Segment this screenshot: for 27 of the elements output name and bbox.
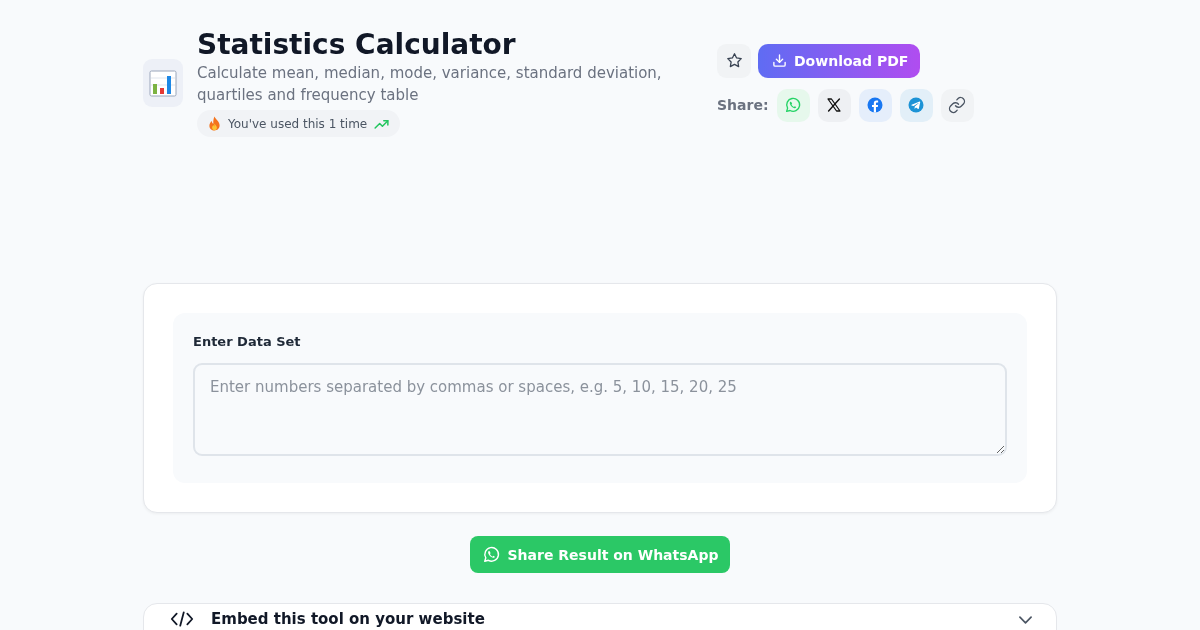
favorite-button[interactable] <box>717 43 751 78</box>
embed-section[interactable]: Embed this tool on your website <box>143 603 1057 630</box>
copy-link-button[interactable] <box>940 88 974 122</box>
whatsapp-icon <box>784 96 802 114</box>
usage-text: You've used this 1 time <box>228 116 368 131</box>
download-icon <box>772 53 787 68</box>
share-facebook-button[interactable] <box>858 88 892 122</box>
data-set-label: Enter Data Set <box>193 333 302 351</box>
page-subtitle: Calculate mean, median, mode, variance, standard deviation, quartiles and frequency table <box>197 63 663 106</box>
share-label: Share: <box>717 97 769 113</box>
embed-title: Embed this tool on your website <box>211 610 486 628</box>
download-pdf-button[interactable]: Download PDF <box>758 43 921 78</box>
code-icon <box>170 611 194 627</box>
bar-chart-icon <box>143 58 183 107</box>
telegram-icon <box>907 96 925 114</box>
trending-up-icon <box>374 118 390 129</box>
link-icon <box>948 96 966 114</box>
data-set-input[interactable]: Enter numbers separated by commas or spaces, e.g. 5, 10, 15, 20, 25 <box>193 363 1007 456</box>
page-title: Statistics Calculator <box>197 28 516 62</box>
whatsapp-icon <box>481 545 501 564</box>
facebook-icon <box>866 96 884 114</box>
flame-icon <box>208 116 221 131</box>
share-whatsapp-result-button[interactable]: Share Result on WhatsApp <box>470 536 730 573</box>
star-icon <box>725 52 743 69</box>
x-logo-icon <box>825 96 843 114</box>
share-x-button[interactable] <box>817 88 851 122</box>
share-telegram-button[interactable] <box>899 88 933 122</box>
